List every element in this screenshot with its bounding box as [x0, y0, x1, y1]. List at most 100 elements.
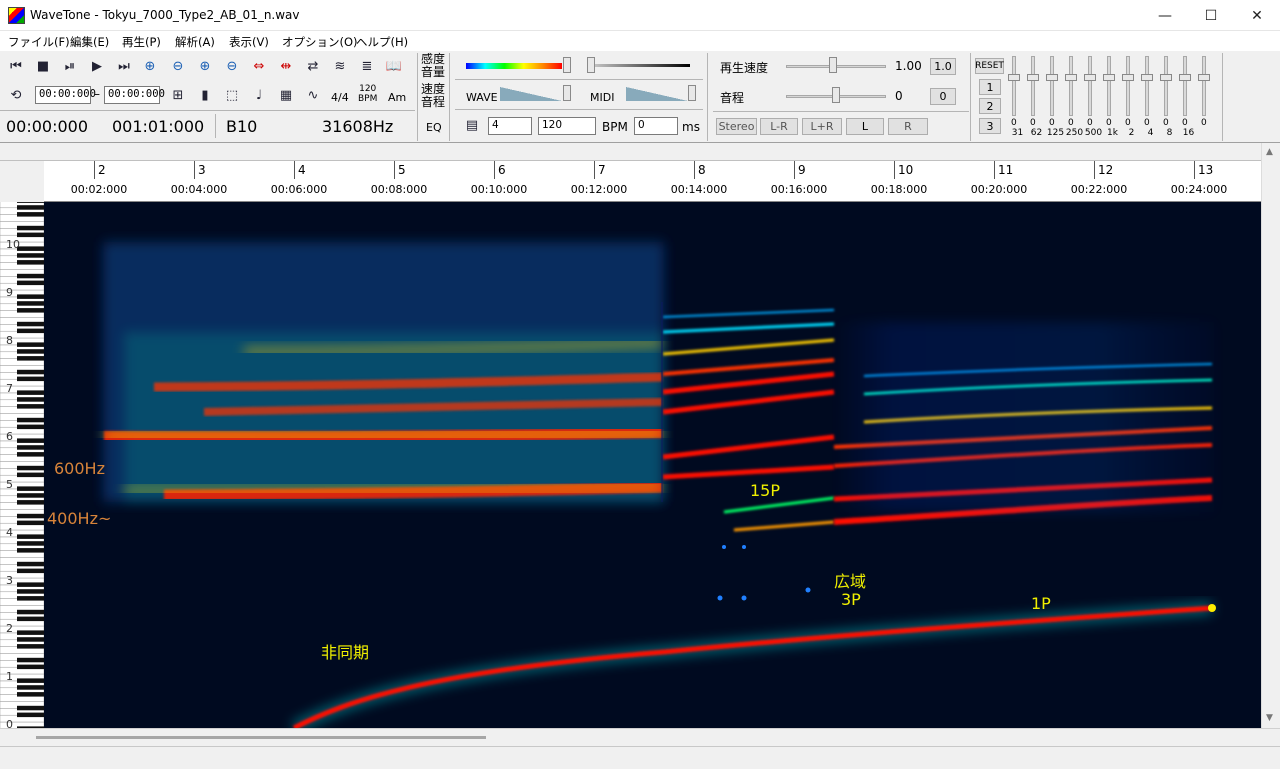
black-key[interactable] [17, 390, 44, 395]
black-key[interactable] [17, 198, 44, 203]
black-key[interactable] [17, 232, 44, 238]
range-start-input[interactable]: 00:00:000 [35, 86, 96, 104]
black-key[interactable] [17, 582, 44, 587]
black-key[interactable] [17, 356, 44, 361]
wave-volume-wedge[interactable] [500, 87, 562, 101]
minimize-button[interactable]: — [1142, 0, 1188, 31]
black-key[interactable] [17, 212, 44, 217]
black-key[interactable] [17, 500, 44, 505]
black-key[interactable] [17, 609, 44, 615]
black-key[interactable] [17, 644, 44, 649]
black-key[interactable] [17, 692, 44, 697]
eq-slider-track[interactable] [1202, 56, 1206, 116]
playback-speed-thumb[interactable] [829, 57, 837, 73]
piano-keyboard[interactable]: 10 9 8 7 6 5 4 3 2 1 0 [0, 193, 45, 769]
maximize-button[interactable]: ☐ [1188, 0, 1234, 31]
scroll-up-icon[interactable]: ▲ [1266, 147, 1273, 157]
menu-play[interactable]: 再生(P) [122, 34, 161, 50]
stop-icon[interactable]: ■ [33, 56, 53, 76]
eq-slider-thumb[interactable] [1160, 74, 1172, 81]
eq-slider-thumb[interactable] [1179, 74, 1191, 81]
marker-icon[interactable]: ▮ [195, 85, 215, 105]
zoom-in-horizontal-icon[interactable]: ⊕ [140, 56, 160, 76]
black-key[interactable] [17, 685, 44, 690]
black-key[interactable] [17, 225, 44, 231]
black-key[interactable] [17, 404, 44, 409]
channel-lr-sum-button[interactable]: L+R [802, 118, 842, 135]
black-key[interactable] [17, 589, 44, 594]
grid-icon[interactable]: ▦ [276, 85, 296, 105]
black-key[interactable] [17, 637, 44, 642]
eq-slider-track[interactable] [1164, 56, 1168, 116]
eq-slider-thumb[interactable] [1065, 74, 1077, 81]
menu-analyze[interactable]: 解析(A) [175, 34, 215, 50]
menu-help[interactable]: ヘルプ(H) [356, 34, 408, 50]
bpm-icon[interactable]: 120 BPM [358, 84, 377, 104]
select-rect-icon[interactable]: ⬚ [222, 85, 242, 105]
curve-icon[interactable]: ∿ [303, 85, 323, 105]
eq-slider-thumb[interactable] [1122, 74, 1134, 81]
close-button[interactable]: ✕ [1234, 0, 1280, 31]
sensitivity-slider-thumb[interactable] [563, 57, 571, 73]
chord-icon[interactable]: Am [388, 91, 406, 104]
eq-preset-2-button[interactable]: 2 [979, 98, 1001, 114]
bpm-spinner[interactable]: 120 [538, 117, 596, 135]
black-key[interactable] [17, 349, 44, 354]
eq-slider-track[interactable] [1012, 56, 1016, 116]
time-signature-icon[interactable]: 4/4 [331, 91, 349, 104]
eq-slider-thumb[interactable] [1198, 74, 1210, 81]
black-key[interactable] [17, 246, 44, 251]
channel-left-button[interactable]: L [846, 118, 884, 135]
eq-slider-thumb[interactable] [1141, 74, 1153, 81]
eq-reset-button[interactable]: RESET [975, 58, 1004, 74]
eq-slider-thumb[interactable] [1008, 74, 1020, 81]
playback-speed-reset-button[interactable]: 1.0 [930, 58, 956, 75]
swap-icon[interactable]: ⇄ [303, 56, 323, 76]
eq-slider-thumb[interactable] [1084, 74, 1096, 81]
black-key[interactable] [17, 548, 44, 553]
black-key[interactable] [17, 294, 44, 299]
channel-lr-diff-button[interactable]: L-R [760, 118, 798, 135]
black-key[interactable] [17, 596, 44, 601]
black-key[interactable] [17, 308, 44, 313]
eq-slider-thumb[interactable] [1046, 74, 1058, 81]
fast-forward-icon[interactable]: ⏭ [114, 56, 134, 76]
zoom-in-vertical-icon[interactable]: ⊕ [195, 56, 215, 76]
black-key[interactable] [17, 486, 44, 491]
layout-icon[interactable]: ⊞ [168, 85, 188, 105]
black-key[interactable] [17, 321, 44, 327]
menu-view[interactable]: 表示(V) [229, 34, 269, 50]
volume-slider-thumb[interactable] [587, 57, 595, 73]
black-key[interactable] [17, 616, 44, 622]
pause-play-icon[interactable]: ⏯ [60, 56, 80, 76]
wave-volume-thumb[interactable] [563, 85, 571, 101]
black-key[interactable] [17, 397, 44, 402]
pitch-shift-thumb[interactable] [832, 87, 840, 103]
black-key[interactable] [17, 568, 44, 574]
range-end-input[interactable]: 00:00:000 [104, 86, 165, 104]
play-icon[interactable]: ▶ [87, 56, 107, 76]
menu-file[interactable]: ファイル(F) [8, 34, 70, 50]
black-key[interactable] [17, 705, 44, 711]
offset-ms-input[interactable]: 0 [634, 117, 678, 135]
beat-grid-icon[interactable]: ▤ [462, 115, 482, 135]
eq-slider-track[interactable] [1069, 56, 1073, 116]
midi-volume-thumb[interactable] [688, 85, 696, 101]
black-key[interactable] [17, 513, 44, 519]
midi-volume-wedge[interactable] [626, 87, 688, 101]
eq-slider-track[interactable] [1183, 56, 1187, 116]
black-key[interactable] [17, 465, 44, 471]
scroll-down-icon[interactable]: ▼ [1266, 713, 1273, 723]
eq-slider-thumb[interactable] [1027, 74, 1039, 81]
black-key[interactable] [17, 472, 44, 478]
black-key[interactable] [17, 445, 44, 450]
black-key[interactable] [17, 369, 44, 375]
eq-slider-track[interactable] [1031, 56, 1035, 116]
eq-slider-track[interactable] [1107, 56, 1111, 116]
eq-preset-1-button[interactable]: 1 [979, 79, 1001, 95]
piano-keys[interactable] [0, 193, 45, 769]
black-key[interactable] [17, 328, 44, 334]
channel-right-button[interactable]: R [888, 118, 928, 135]
black-key[interactable] [17, 561, 44, 567]
timeline-ruler[interactable]: 2 3 4 5 6 7 8 9 10 11 12 13 00:02:000 00:04:000 00:06:… [44, 161, 1261, 202]
